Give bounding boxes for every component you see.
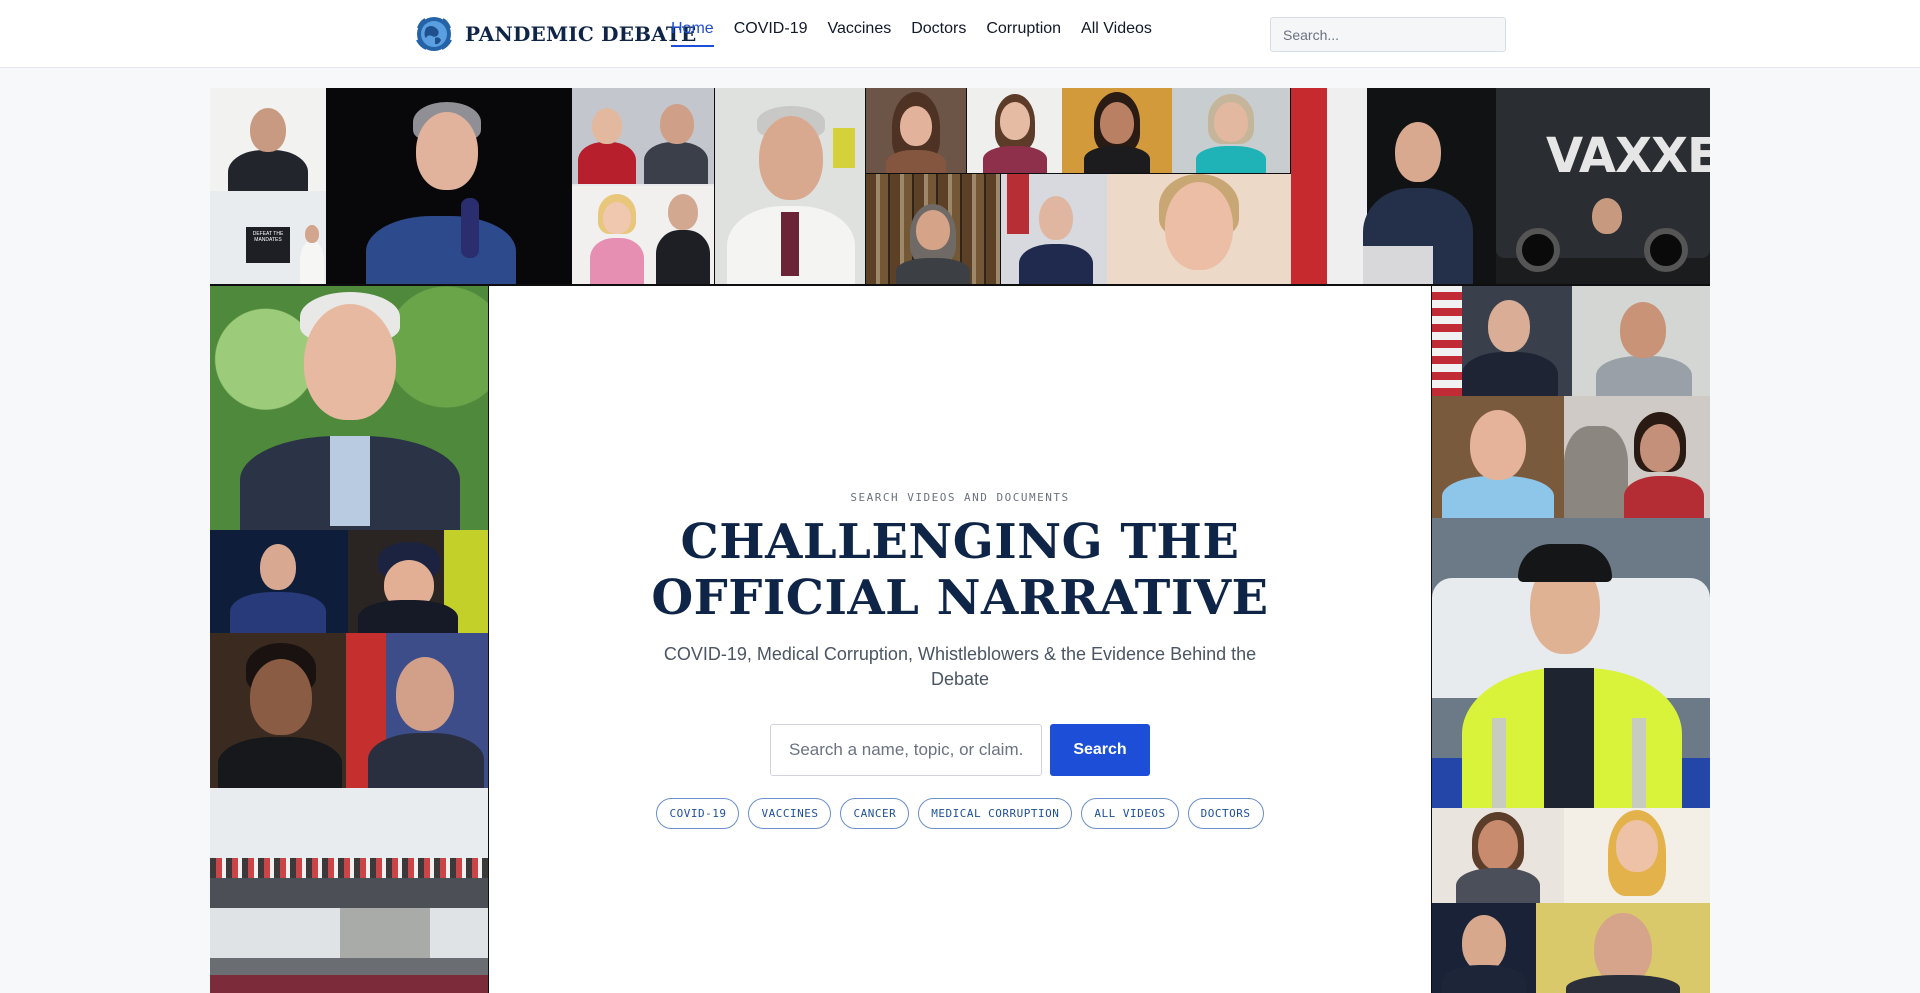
chip-covid-19[interactable]: COVID-19 — [656, 798, 740, 829]
nav-corruption[interactable]: Corruption — [986, 20, 1061, 47]
collage-thumbnail[interactable] — [866, 174, 1000, 284]
collage-thumbnail[interactable] — [210, 788, 488, 975]
collage-thumbnail[interactable] — [1564, 808, 1710, 903]
nav-all-videos[interactable]: All Videos — [1081, 20, 1152, 47]
nav-doctors[interactable]: Doctors — [911, 20, 966, 47]
collage-thumbnail[interactable] — [346, 633, 488, 788]
bus-lettering: VAXXED — [1546, 128, 1710, 184]
collage-thumbnail[interactable] — [715, 88, 865, 284]
collage-thumbnail[interactable] — [1432, 903, 1536, 993]
hero-search-button[interactable]: Search — [1050, 724, 1150, 776]
collage-thumbnail[interactable]: VAXXED — [1496, 88, 1710, 284]
collage-thumbnail[interactable] — [210, 975, 488, 993]
collage-thumbnail[interactable] — [210, 633, 346, 788]
main-nav: Home COVID-19 Vaccines Doctors Corruptio… — [671, 20, 1152, 47]
collage-thumbnail[interactable] — [866, 88, 966, 173]
collage-thumbnail[interactable] — [210, 88, 326, 191]
hero-eyebrow: SEARCH VIDEOS AND DOCUMENTS — [850, 491, 1070, 504]
collage-thumbnail[interactable] — [1432, 396, 1564, 518]
collage-thumbnail[interactable] — [1432, 286, 1572, 396]
brand-logo-link[interactable]: PANDEMIC DEBATE — [413, 14, 696, 54]
collage-thumbnail[interactable] — [1572, 286, 1710, 396]
site-header: PANDEMIC DEBATE Home COVID-19 Vaccines D… — [0, 0, 1920, 68]
collage-thumbnail[interactable] — [967, 88, 1062, 173]
hero-panel: SEARCH VIDEOS AND DOCUMENTS CHALLENGING … — [489, 286, 1431, 993]
collage-thumbnail[interactable] — [210, 286, 488, 530]
chip-medical-corruption[interactable]: MEDICAL CORRUPTION — [918, 798, 1073, 829]
hero-search-form: Search — [770, 724, 1150, 776]
brand-name: PANDEMIC DEBATE — [465, 22, 697, 46]
collage-thumbnail[interactable] — [326, 88, 572, 284]
collage-thumbnail[interactable] — [1172, 88, 1290, 173]
chip-cancer[interactable]: CANCER — [840, 798, 910, 829]
chip-all-videos[interactable]: ALL VIDEOS — [1081, 798, 1179, 829]
hero-title: CHALLENGING THE OFFICIAL NARRATIVE — [651, 514, 1269, 626]
chip-vaccines[interactable]: VACCINES — [748, 798, 832, 829]
collage-thumbnail[interactable] — [1291, 88, 1496, 284]
collage-thumbnail[interactable] — [1432, 518, 1710, 808]
hero-subtitle: COVID-19, Medical Corruption, Whistleblo… — [663, 644, 1257, 689]
collage-thumbnail[interactable] — [1564, 396, 1710, 518]
nav-vaccines[interactable]: Vaccines — [827, 20, 891, 47]
collage-thumbnail[interactable] — [348, 530, 488, 633]
collage-thumbnail[interactable] — [1001, 174, 1107, 284]
header-search-input[interactable] — [1270, 17, 1506, 52]
chip-doctors[interactable]: DOCTORS — [1187, 798, 1264, 829]
protest-sign: DEFEAT THE MANDATES — [252, 231, 284, 243]
collage-thumbnail[interactable] — [1062, 88, 1172, 173]
topic-chips: COVID-19 VACCINES CANCER MEDICAL CORRUPT… — [489, 798, 1431, 829]
globe-icon — [416, 17, 452, 51]
collage-thumbnail[interactable] — [1107, 174, 1291, 284]
collage-thumbnail[interactable] — [1536, 903, 1710, 993]
collage-thumbnail[interactable] — [1432, 808, 1564, 903]
collage-thumbnail[interactable]: DEFEAT THE MANDATES — [210, 191, 326, 284]
nav-covid-19[interactable]: COVID-19 — [734, 20, 808, 47]
nav-home[interactable]: Home — [671, 20, 714, 47]
collage-thumbnail[interactable] — [210, 530, 348, 633]
hero-search-input[interactable] — [770, 724, 1042, 776]
collage-thumbnail[interactable] — [572, 88, 714, 284]
